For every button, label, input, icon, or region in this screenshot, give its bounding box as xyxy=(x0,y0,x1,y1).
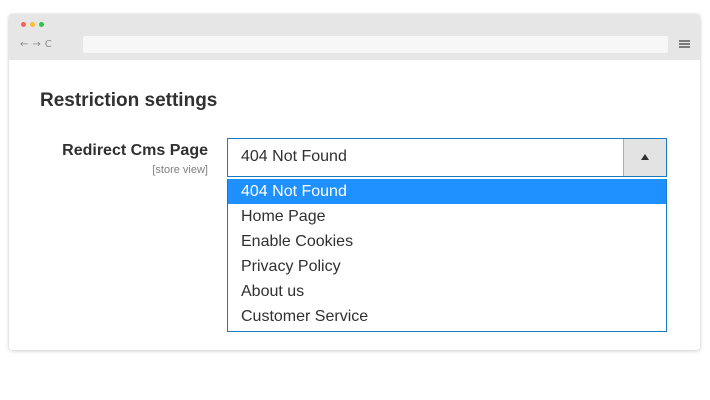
dropdown-option-404-not-found[interactable]: 404 Not Found xyxy=(228,179,666,204)
redirect-cms-page-select[interactable]: 404 Not Found xyxy=(227,138,667,177)
caret-up-icon xyxy=(641,154,649,160)
section-title: Restriction settings xyxy=(40,90,218,111)
forward-arrow-icon[interactable]: → xyxy=(32,38,40,52)
maximize-window-dot[interactable] xyxy=(39,22,44,27)
browser-toolbar: ← → C xyxy=(9,14,700,60)
select-current-value: 404 Not Found xyxy=(241,148,347,165)
dropdown-option-about-us[interactable]: About us xyxy=(228,279,666,304)
dropdown-list: 404 Not Found Home Page Enable Cookies P… xyxy=(227,179,667,332)
hamburger-menu-icon[interactable] xyxy=(679,38,690,50)
dropdown-option-privacy-policy[interactable]: Privacy Policy xyxy=(228,254,666,279)
back-arrow-icon[interactable]: ← xyxy=(20,38,28,52)
dropdown-option-enable-cookies[interactable]: Enable Cookies xyxy=(228,229,666,254)
navigation-controls: ← → C xyxy=(20,38,56,52)
address-bar[interactable] xyxy=(83,36,668,53)
minimize-window-dot[interactable] xyxy=(30,22,35,27)
close-window-dot[interactable] xyxy=(21,22,26,27)
browser-window: ← → C Restriction settings Redirect Cms … xyxy=(9,14,700,350)
dropdown-option-home-page[interactable]: Home Page xyxy=(228,204,666,229)
redirect-cms-page-label: Redirect Cms Page xyxy=(62,142,208,159)
dropdown-option-customer-service[interactable]: Customer Service xyxy=(228,304,666,329)
store-view-scope-label: [store view] xyxy=(152,164,208,176)
reload-icon[interactable]: C xyxy=(45,38,52,52)
select-toggle-button[interactable] xyxy=(623,139,666,176)
